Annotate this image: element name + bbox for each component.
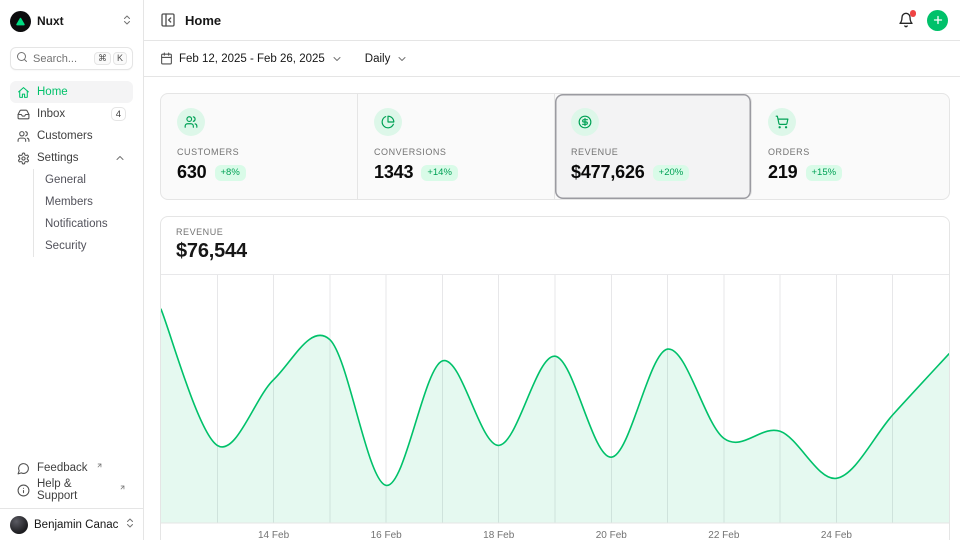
stat-card-revenue[interactable]: REVENUE $477,626 +20%: [555, 94, 752, 199]
granularity-select[interactable]: Daily: [365, 53, 409, 65]
search-input[interactable]: Search... ⌘ K: [10, 47, 133, 70]
inbox-count-badge: 4: [111, 107, 126, 121]
collapse-sidebar-button[interactable]: [160, 12, 176, 28]
stat-delta-badge: +8%: [215, 165, 246, 181]
nuxt-logo-icon: [10, 11, 31, 32]
sidebar-item-customers[interactable]: Customers: [10, 125, 133, 147]
external-link-icon: [96, 462, 103, 469]
chart-label: REVENUE: [176, 227, 934, 237]
revenue-chart-plot: 14 Feb 16 Feb 18 Feb 20 Feb 22 Feb 24 Feb: [161, 275, 949, 540]
filters-toolbar: Feb 12, 2025 - Feb 26, 2025 Daily: [144, 41, 960, 77]
external-link-icon: [119, 484, 126, 491]
info-circle-icon: [17, 484, 30, 497]
x-axis-tick-label: 14 Feb: [258, 530, 290, 540]
sidebar-item-general[interactable]: General: [34, 169, 133, 191]
app-window: Nuxt Search... ⌘ K: [0, 0, 960, 540]
notification-dot: [910, 10, 917, 17]
stat-delta-badge: +20%: [653, 165, 690, 181]
stat-card-orders[interactable]: ORDERS 219 +15%: [752, 94, 949, 199]
stat-label: CONVERSIONS: [374, 147, 538, 157]
stat-delta-badge: +15%: [806, 165, 843, 181]
stat-card-conversions[interactable]: CONVERSIONS 1343 +14%: [358, 94, 555, 199]
calendar-icon: [160, 52, 173, 65]
chevron-down-icon: [396, 53, 408, 65]
sidebar-item-home[interactable]: Home: [10, 81, 133, 103]
date-range-value: Feb 12, 2025 - Feb 26, 2025: [179, 53, 325, 65]
sidebar-nav: Home Inbox 4 Customers: [10, 81, 133, 257]
sidebar-item-settings[interactable]: Settings: [10, 147, 133, 169]
sidebar-item-label: Settings: [37, 152, 79, 164]
users-icon: [177, 108, 205, 136]
sidebar-item-label: Inbox: [37, 108, 65, 120]
user-avatar: [10, 516, 28, 534]
settings-subnav: General Members Notifications Security: [33, 169, 133, 257]
granularity-value: Daily: [365, 53, 391, 65]
stat-value: 630: [177, 162, 207, 183]
pie-chart-icon: [374, 108, 402, 136]
stats-row: CUSTOMERS 630 +8% CONVERSIONS 1343 +14%: [160, 93, 950, 200]
home-icon: [17, 86, 30, 99]
user-name: Benjamin Canac: [34, 519, 118, 531]
gear-icon: [17, 152, 30, 165]
sidebar-item-notifications[interactable]: Notifications: [34, 213, 133, 235]
revenue-chart-card: REVENUE $76,544 14 Feb 16 Feb 18 Feb 20 Feb…: [160, 216, 950, 540]
revenue-chart-svg: 14 Feb 16 Feb 18 Feb 20 Feb 22 Feb 24 Feb: [161, 275, 949, 540]
stat-value: 219: [768, 162, 798, 183]
x-axis-tick-label: 18 Feb: [483, 530, 515, 540]
team-name: Nuxt: [37, 14, 64, 28]
revenue-chart-header: REVENUE $76,544: [161, 217, 949, 275]
sidebar-item-security[interactable]: Security: [34, 235, 133, 257]
chevrons-up-down-icon: [121, 14, 133, 29]
sidebar: Nuxt Search... ⌘ K: [0, 0, 144, 540]
sidebar-item-members[interactable]: Members: [34, 191, 133, 213]
stat-label: ORDERS: [768, 147, 933, 157]
plus-icon: [932, 14, 944, 26]
kbd-k: K: [113, 52, 127, 66]
team-switcher[interactable]: Nuxt: [0, 0, 143, 33]
user-menu[interactable]: Benjamin Canac: [0, 508, 143, 540]
help-support-link[interactable]: Help & Support: [10, 479, 133, 501]
inbox-icon: [17, 108, 30, 121]
x-axis-tick-label: 16 Feb: [371, 530, 403, 540]
stat-label: CUSTOMERS: [177, 147, 341, 157]
stat-value: 1343: [374, 162, 413, 183]
chevron-up-icon: [114, 152, 126, 164]
sidebar-item-label: Home: [37, 86, 68, 98]
feedback-link[interactable]: Feedback: [10, 457, 133, 479]
chart-total-value: $76,544: [176, 240, 934, 263]
main-area: Home Feb 12, 2025 - Feb 26, 2025: [144, 0, 960, 540]
chevrons-up-down-icon: [124, 517, 136, 532]
stat-value: $477,626: [571, 162, 645, 183]
sidebar-item-inbox[interactable]: Inbox 4: [10, 103, 133, 125]
x-axis-tick-label: 24 Feb: [821, 530, 853, 540]
dollar-circle-icon: [571, 108, 599, 136]
shopping-cart-icon: [768, 108, 796, 136]
chevron-down-icon: [331, 53, 343, 65]
page-title: Home: [185, 13, 221, 28]
sidebar-spacer: [0, 257, 143, 457]
stat-label: REVENUE: [571, 147, 735, 157]
x-axis-tick-label: 20 Feb: [596, 530, 628, 540]
search-shortcut: ⌘ K: [94, 52, 127, 66]
sidebar-item-label: Customers: [37, 130, 93, 142]
notifications-button[interactable]: [898, 12, 914, 28]
users-icon: [17, 130, 30, 143]
stat-delta-badge: +14%: [421, 165, 458, 181]
search-placeholder: Search...: [33, 53, 77, 65]
header-actions: [898, 10, 948, 31]
create-button[interactable]: [927, 10, 948, 31]
kbd-cmd: ⌘: [94, 52, 111, 66]
help-support-label: Help & Support: [37, 478, 111, 502]
page-header: Home: [144, 0, 960, 41]
search-icon: [16, 51, 28, 66]
dashboard-content: CUSTOMERS 630 +8% CONVERSIONS 1343 +14%: [144, 77, 960, 540]
stat-card-customers[interactable]: CUSTOMERS 630 +8%: [161, 94, 358, 199]
message-circle-icon: [17, 462, 30, 475]
feedback-label: Feedback: [37, 462, 88, 474]
x-axis-tick-label: 22 Feb: [708, 530, 740, 540]
date-range-picker[interactable]: Feb 12, 2025 - Feb 26, 2025: [160, 52, 343, 65]
